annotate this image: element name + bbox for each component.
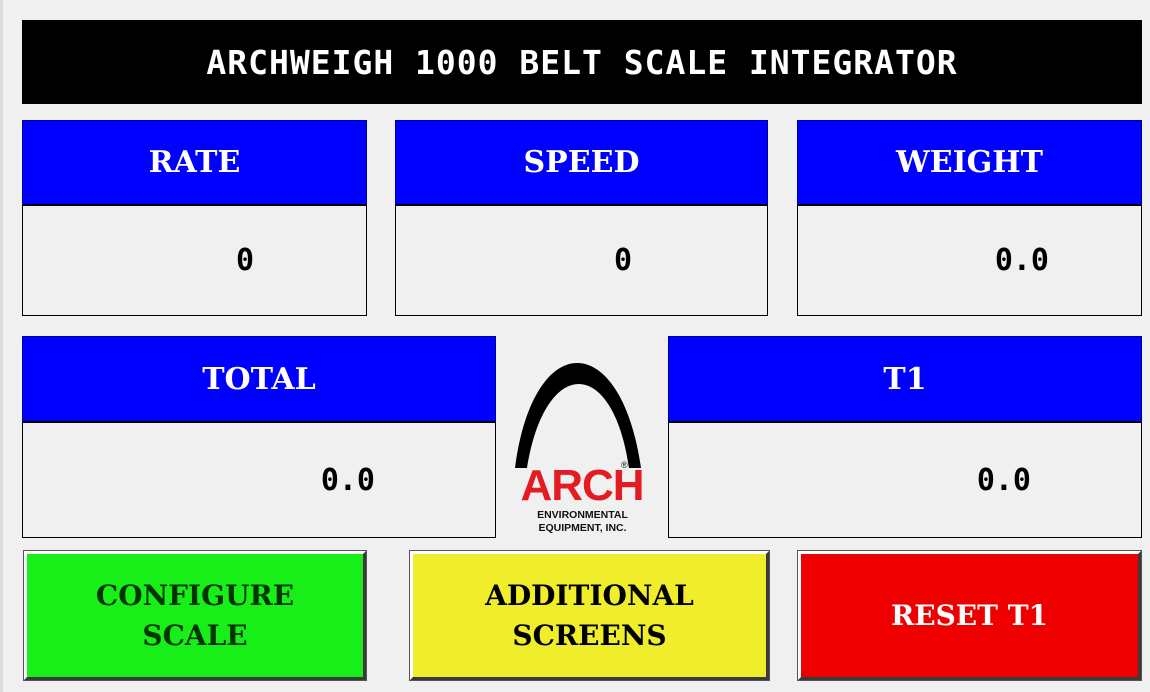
total-value: 0.0: [22, 423, 496, 538]
logo-line-1: ENVIRONMENTAL: [537, 509, 628, 521]
logo-wordmark: ARCH: [520, 461, 644, 510]
reset-t1-button[interactable]: RESET T1: [798, 551, 1141, 680]
configure-scale-button[interactable]: CONFIGURE SCALE: [24, 551, 366, 680]
arch-logo: ® ARCH ENVIRONMENTAL EQUIPMENT, INC.: [505, 336, 660, 540]
logo-line-2: EQUIPMENT, INC.: [538, 522, 627, 534]
total-label: TOTAL: [22, 336, 496, 423]
t1-label: T1: [668, 336, 1142, 423]
t1-value: 0.0: [668, 423, 1142, 538]
speed-panel: SPEED 0: [395, 120, 768, 316]
additional-screens-button[interactable]: ADDITIONAL SCREENS: [410, 551, 769, 680]
additional-screens-label: ADDITIONAL SCREENS: [485, 578, 694, 652]
rate-label: RATE: [22, 120, 367, 206]
rate-panel: RATE 0: [22, 120, 367, 316]
configure-scale-label: CONFIGURE SCALE: [95, 578, 295, 652]
t1-panel: T1 0.0: [668, 336, 1142, 538]
speed-value: 0: [395, 206, 768, 316]
reset-t1-label: RESET T1: [890, 598, 1049, 632]
total-panel: TOTAL 0.0: [22, 336, 496, 538]
weight-panel: WEIGHT 0.0: [797, 120, 1142, 316]
speed-label: SPEED: [395, 120, 768, 206]
window-edge: [0, 0, 3, 692]
weight-label: WEIGHT: [797, 120, 1142, 206]
weight-value: 0.0: [797, 206, 1142, 316]
rate-value: 0: [22, 206, 367, 316]
page-title: ARCHWEIGH 1000 BELT SCALE INTEGRATOR: [22, 20, 1142, 104]
